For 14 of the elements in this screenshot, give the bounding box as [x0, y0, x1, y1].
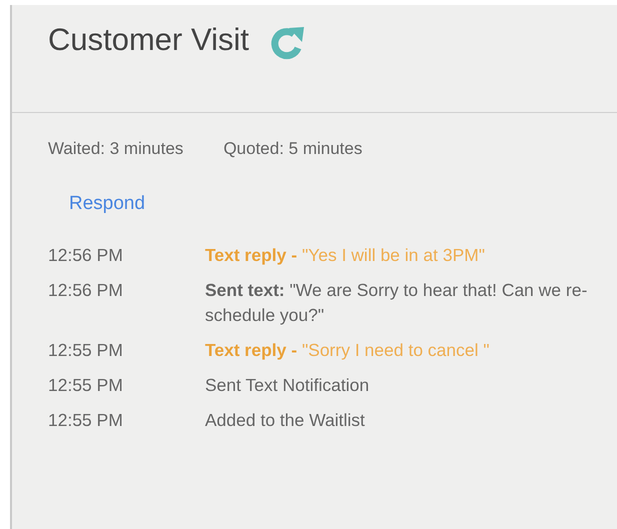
stat-text: Quoted: 5 minutes	[223, 139, 362, 159]
event-time: 12:55 PM	[48, 340, 124, 362]
event-text: Added to the Waitlist	[205, 409, 366, 432]
event-time: 12:55 PM	[48, 375, 124, 397]
event-text: Sent Text Notification	[205, 374, 370, 397]
respond-link[interactable]: Respond	[69, 193, 146, 215]
page-title: Customer Visit	[48, 22, 249, 58]
stat-text: Waited: 3 minutes	[48, 139, 184, 159]
event-text: Sent text: "We are Sorry to hear that! Can we re-schedule you?"	[205, 279, 588, 327]
event-time: 12:56 PM	[48, 245, 124, 267]
event-time: 12:55 PM	[48, 410, 124, 432]
event-time: 12:56 PM	[48, 280, 124, 302]
event-text: Text reply - "Yes I will be in at 3PM"	[205, 244, 486, 267]
event-text: Text reply - "Sorry I need to cancel "	[205, 339, 490, 362]
